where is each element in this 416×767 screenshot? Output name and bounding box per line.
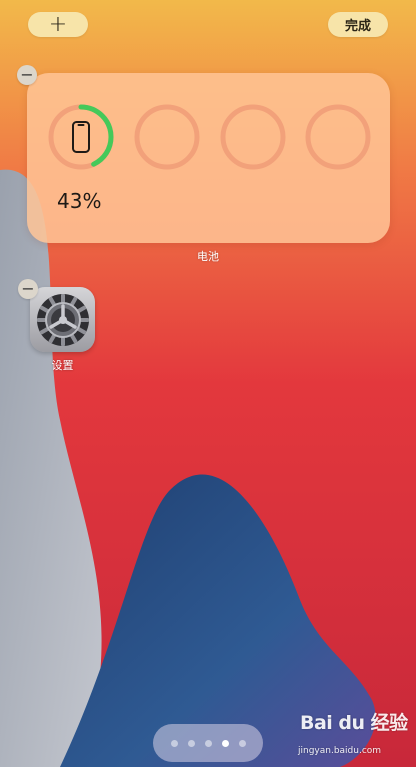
page-indicator[interactable] (153, 724, 263, 762)
page-dot-current[interactable] (221, 739, 229, 747)
iphone-icon (72, 121, 90, 153)
battery-percentage: 43% (57, 189, 102, 213)
battery-ring-empty (219, 103, 287, 171)
add-widget-button[interactable]: + (28, 12, 88, 37)
plus-icon: + (48, 11, 68, 37)
battery-ring-empty (304, 103, 372, 171)
done-button-label: 完成 (344, 19, 371, 34)
battery-widget[interactable]: 43% (27, 73, 390, 243)
page-dot[interactable] (187, 739, 195, 747)
minus-icon: − (21, 279, 35, 298)
remove-app-button[interactable]: − (18, 279, 38, 299)
widget-label: 电池 (197, 250, 219, 263)
settings-app-icon[interactable] (30, 287, 95, 352)
remove-widget-button[interactable]: − (17, 65, 37, 85)
battery-ring-device (47, 103, 115, 171)
gear-icon (36, 293, 89, 346)
watermark-logo: Bai du 经验 (300, 712, 408, 734)
app-label: 设置 (51, 359, 74, 372)
page-dot[interactable] (204, 739, 212, 747)
done-button[interactable]: 完成 (328, 12, 388, 37)
baidu-jingyan-watermark: Bai du 经验 jingyan.baidu.com (296, 708, 412, 764)
minus-icon: − (20, 65, 34, 84)
battery-ring-empty (133, 103, 201, 171)
page-dot[interactable] (170, 739, 178, 747)
watermark-url: jingyan.baidu.com (298, 746, 382, 756)
page-dot[interactable] (238, 739, 246, 747)
